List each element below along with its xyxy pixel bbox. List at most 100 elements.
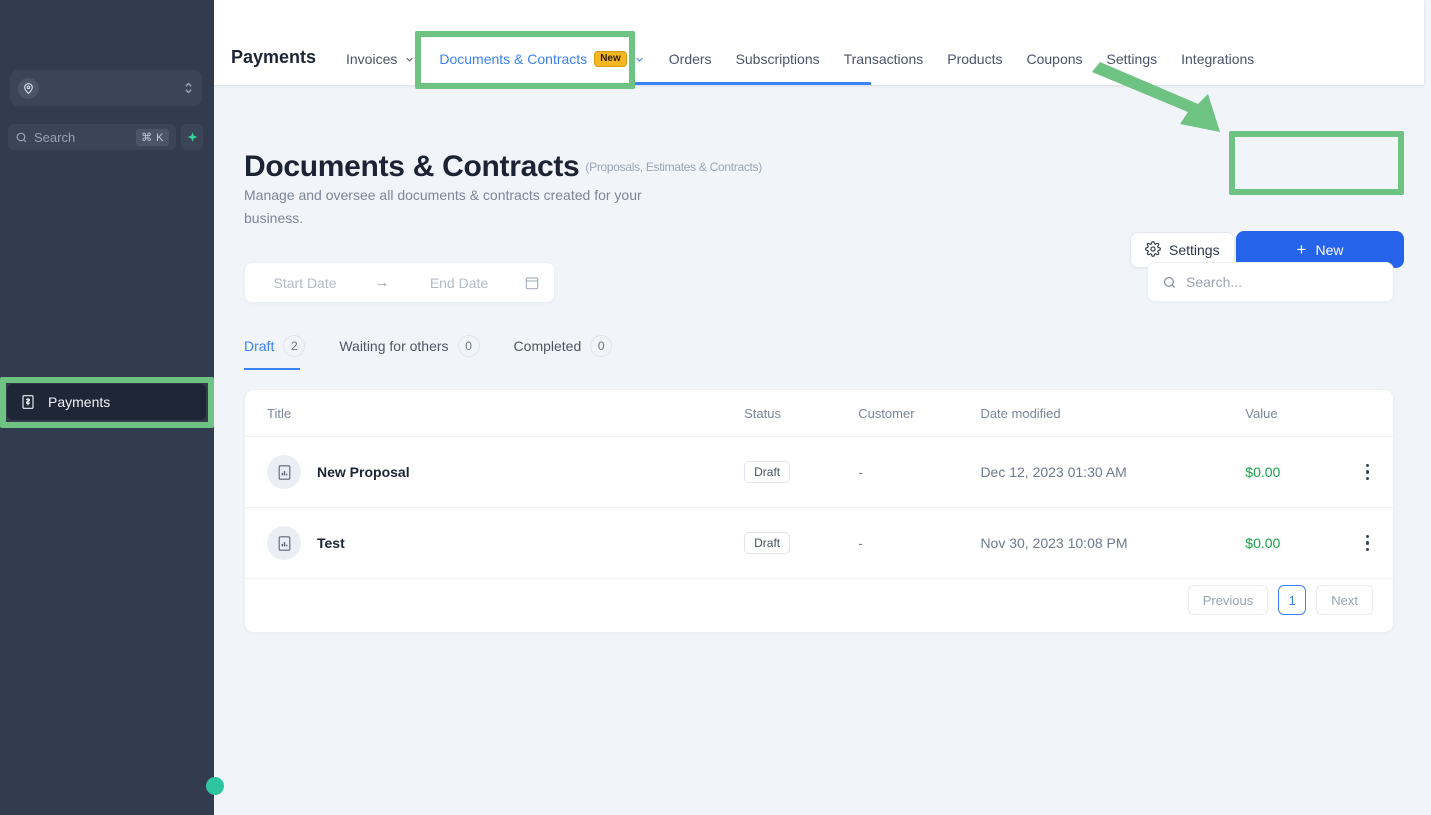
cell-status: Draft <box>744 507 859 579</box>
column-header-customer: Customer <box>858 390 981 437</box>
sidebar-item-label: Payments <box>48 394 111 410</box>
payments-bill-icon <box>20 394 36 410</box>
date-range-picker[interactable]: Start Date → End Date <box>244 262 555 303</box>
page-number-1[interactable]: 1 <box>1278 585 1307 615</box>
cell-customer: - <box>858 436 981 508</box>
nav-item-settings[interactable]: Settings <box>1095 44 1170 74</box>
document-chart-icon <box>267 526 301 560</box>
tab-count: 0 <box>457 335 480 357</box>
nav-item-label: Invoices <box>346 51 398 67</box>
status-badge: Draft <box>744 532 791 554</box>
nav-item-label: Products <box>947 51 1003 67</box>
nav-item-documents-and-contracts[interactable]: Documents & Contracts New <box>427 44 656 74</box>
top-navigation-bar: Payments Invoices Documents & Contracts … <box>214 0 1424 85</box>
nav-item-invoices[interactable]: Invoices <box>334 44 427 74</box>
tab-label: Waiting for others <box>339 338 449 354</box>
gear-icon <box>1145 240 1161 260</box>
customer-value: - <box>858 464 863 480</box>
search-placeholder: Search... <box>1186 274 1243 290</box>
page-description: Manage and oversee all documents & contr… <box>244 187 642 227</box>
table-body: New Proposal Draft - Dec 12, 2023 01:30 … <box>245 436 1393 579</box>
table-header-row: Title Status Customer Date modified Valu… <box>245 390 1393 437</box>
tab-label: Completed <box>513 338 582 354</box>
nav-item-label: Coupons <box>1026 51 1083 67</box>
documents-table-card: Title Status Customer Date modified Valu… <box>244 389 1394 633</box>
nav-item-label: Orders <box>668 51 712 67</box>
cell-value: $0.00 <box>1245 436 1343 508</box>
plus-icon: + <box>1296 240 1307 259</box>
document-chart-icon <box>267 455 301 489</box>
cell-actions <box>1342 436 1393 508</box>
search-input[interactable]: Search... <box>1147 262 1394 302</box>
start-date-input[interactable]: Start Date <box>245 275 365 291</box>
table-row[interactable]: New Proposal Draft - Dec 12, 2023 01:30 … <box>245 436 1393 508</box>
sidebar: Search ⌘ K Payments <box>0 0 224 815</box>
column-header-actions <box>1342 390 1393 437</box>
row-menu-icon[interactable] <box>1342 463 1393 481</box>
sidebar-search-placeholder: Search <box>34 129 76 145</box>
search-icon <box>1162 275 1177 290</box>
tab-count: 2 <box>283 335 306 357</box>
cell-customer: - <box>858 507 981 579</box>
nav-item-transactions[interactable]: Transactions <box>832 44 936 74</box>
cell-value: $0.00 <box>1245 507 1343 579</box>
date-modified-value: Nov 30, 2023 10:08 PM <box>980 535 1128 551</box>
calendar-icon <box>524 275 540 291</box>
value-amount: $0.00 <box>1245 535 1281 551</box>
page-title-main: Documents & Contracts <box>244 150 580 183</box>
new-badge: New <box>594 51 627 67</box>
cell-actions <box>1342 507 1393 579</box>
nav-item-label: Subscriptions <box>735 51 820 67</box>
column-header-title: Title <box>245 390 745 437</box>
chevron-down-icon <box>404 54 415 65</box>
nav-item-products[interactable]: Products <box>935 44 1014 74</box>
tab-count: 0 <box>590 335 613 357</box>
tab-completed[interactable]: Completed 0 <box>514 328 613 364</box>
account-selector[interactable] <box>10 70 202 106</box>
nav-item-label: Transactions <box>843 51 924 67</box>
page-title-subtitle: (Proposals, Estimates & Contracts) <box>585 160 762 174</box>
chevron-updown-icon[interactable] <box>183 80 194 96</box>
previous-page-button[interactable]: Previous <box>1187 585 1269 615</box>
cell-title: New Proposal <box>245 436 745 508</box>
column-header-date-modified: Date modified <box>980 390 1246 437</box>
nav-item-label: Settings <box>1106 51 1158 67</box>
document-title[interactable]: New Proposal <box>317 464 410 480</box>
status-badge: Draft <box>744 461 791 483</box>
table-head: Title Status Customer Date modified Valu… <box>245 390 1393 437</box>
account-pin-icon <box>18 77 39 99</box>
nav-item-coupons[interactable]: Coupons <box>1014 44 1094 74</box>
search-icon <box>15 131 28 144</box>
document-title[interactable]: Test <box>317 535 345 551</box>
cell-date-modified: Dec 12, 2023 01:30 AM <box>980 436 1246 508</box>
sparkle-icon[interactable] <box>181 124 203 150</box>
page-brand-title: Payments <box>231 47 317 67</box>
page-title: Documents & Contracts (Proposals, Estimat… <box>244 150 762 184</box>
cell-date-modified: Nov 30, 2023 10:08 PM <box>980 507 1246 579</box>
cell-title: Test <box>245 507 745 579</box>
documents-table: Title Status Customer Date modified Valu… <box>245 390 1393 579</box>
pagination: Previous 1 Next <box>1187 585 1373 615</box>
row-menu-icon[interactable] <box>1342 534 1393 552</box>
search-shortcut-badge: ⌘ K <box>136 128 169 146</box>
tab-label: Draft <box>244 338 275 354</box>
column-header-value: Value <box>1245 390 1343 437</box>
nav-item-orders[interactable]: Orders <box>657 44 724 74</box>
chevron-down-icon <box>634 54 645 65</box>
cell-status: Draft <box>744 436 859 508</box>
table-row[interactable]: Test Draft - Nov 30, 2023 10:08 PM $0.00 <box>245 507 1393 579</box>
sidebar-item-payments[interactable]: Payments <box>7 384 206 420</box>
status-tabs: Draft 2 Waiting for others 0 Completed 0 <box>244 328 613 370</box>
settings-button-label: Settings <box>1169 242 1220 258</box>
next-page-button[interactable]: Next <box>1316 585 1373 615</box>
tab-waiting-for-others[interactable]: Waiting for others 0 <box>339 328 480 364</box>
nav-item-label: Documents & Contracts <box>439 51 588 67</box>
sidebar-search-input[interactable]: Search ⌘ K <box>8 124 176 150</box>
nav-item-integrations[interactable]: Integrations <box>1169 44 1266 74</box>
nav-item-subscriptions[interactable]: Subscriptions <box>724 44 832 74</box>
range-arrow-icon: → <box>374 274 390 291</box>
nav-item-label: Integrations <box>1181 51 1255 67</box>
tab-draft[interactable]: Draft 2 <box>244 328 306 370</box>
column-header-status: Status <box>744 390 859 437</box>
end-date-input[interactable]: End Date <box>399 275 519 291</box>
